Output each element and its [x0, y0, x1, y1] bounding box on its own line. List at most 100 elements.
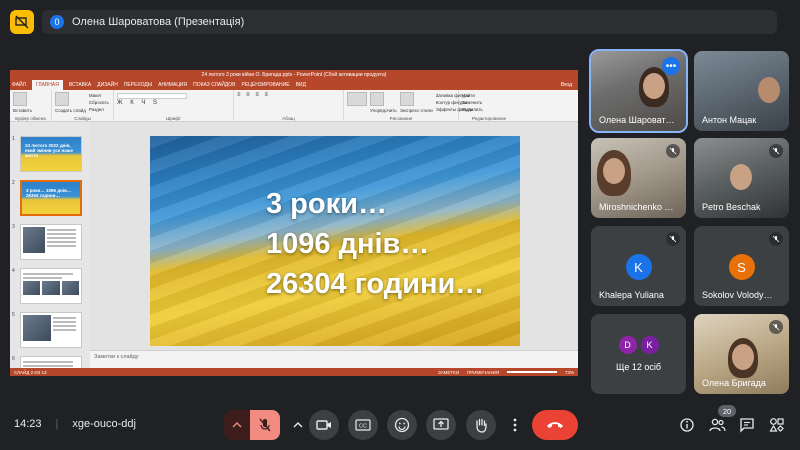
font-name-box[interactable]: [117, 93, 187, 99]
ribbon-group-paragraph: ≡ ≡ ≡ ≡ Абзац: [234, 90, 344, 122]
present-screen-button[interactable]: [426, 410, 456, 440]
tab-view[interactable]: ВИД: [296, 82, 306, 88]
participant-tile[interactable]: S Sokolov Volody…: [694, 226, 789, 306]
meet-window: 0 Олена Шароватова (Презентація) 24 люто…: [0, 0, 800, 450]
avatar: K: [640, 336, 659, 354]
thumbnail-number: 3: [12, 224, 15, 230]
quick-styles-button[interactable]: Экспресс-стили: [400, 107, 433, 114]
thumbnail-slide[interactable]: [20, 268, 82, 304]
participant-tile[interactable]: Антон Мацак: [694, 51, 789, 131]
participant-tile[interactable]: Miroshnichenko …: [591, 138, 686, 218]
notes-pane[interactable]: Заметки к слайду: [90, 350, 578, 368]
tab-insert[interactable]: ВСТАВКА: [69, 82, 91, 88]
quick-styles-icon[interactable]: [399, 92, 414, 106]
thumbnail-slide[interactable]: [20, 356, 82, 368]
phone-hangup-icon: [547, 422, 563, 428]
section-button[interactable]: Раздел: [89, 106, 109, 113]
replace-button[interactable]: Заменить: [462, 99, 516, 106]
zoom-slider[interactable]: [506, 371, 557, 373]
group-label-drawing: Рисование: [389, 116, 413, 121]
captions-icon: CC: [355, 419, 371, 431]
ribbon-group-font: Ж К Ч S Шрифт: [114, 90, 234, 122]
tab-review[interactable]: РЕЦЕНЗИРОВАНИЕ: [241, 82, 289, 88]
presentation-title: Олена Шароватова (Презентація): [72, 16, 245, 28]
new-slide-button[interactable]: Создать слайд: [55, 107, 86, 114]
slide-counter: СЛАЙД 2 ИЗ 13: [14, 369, 47, 375]
other-participants-tile[interactable]: D K Ще 12 осіб: [591, 314, 686, 394]
activities-icon[interactable]: [766, 414, 788, 436]
select-button[interactable]: Выделить: [462, 106, 516, 113]
raise-hand-button[interactable]: [466, 410, 496, 440]
tab-slideshow[interactable]: ПОКАЗ СЛАЙДОВ: [193, 82, 235, 88]
participant-tile[interactable]: K Khalepa Yuliana: [591, 226, 686, 306]
find-button[interactable]: Найти: [462, 92, 516, 99]
arrange-icon[interactable]: [370, 92, 384, 106]
chat-icon[interactable]: [736, 414, 758, 436]
paragraph-align-icons[interactable]: ≡ ≡ ≡ ≡: [237, 92, 340, 98]
participant-name: Олена Бригада: [702, 378, 766, 388]
camera-toggle-button[interactable]: [309, 410, 339, 440]
comments-toggle[interactable]: ПРИМЕЧАНИЯ: [467, 370, 499, 375]
thumbnail-2[interactable]: 2 3 роки… 1096 днів… 26304 години…: [12, 180, 82, 216]
present-icon: [433, 418, 449, 430]
thumbnail-slide[interactable]: [20, 312, 82, 348]
participant-name: Олена Шароват…: [599, 115, 675, 125]
captions-button[interactable]: CC: [348, 410, 378, 440]
slide-text-line-1: 3 роки…: [266, 188, 387, 220]
mic-toggle-button[interactable]: [250, 410, 280, 440]
thumbnail-text: 24 лютого 2022 днів, який змінив усе наш…: [25, 143, 73, 158]
other-avatars: D K: [618, 336, 659, 354]
avatar: D: [618, 336, 637, 354]
people-icon[interactable]: [706, 414, 728, 436]
zoom-level[interactable]: 73%: [565, 370, 574, 375]
participant-tile[interactable]: ••• Олена Шароват…: [589, 49, 688, 133]
camera-icon: [316, 420, 331, 430]
new-slide-icon[interactable]: [55, 92, 69, 106]
sign-in-link[interactable]: Вход: [561, 82, 572, 88]
thumbnail-slide[interactable]: [20, 224, 82, 260]
video-options-chevron-icon[interactable]: [288, 410, 308, 440]
thumbnail-3[interactable]: 3: [12, 224, 82, 260]
participant-name: Miroshnichenko …: [599, 202, 674, 212]
presentation-banner[interactable]: 0 Олена Шароватова (Презентація): [42, 10, 777, 34]
thumbnail-slide-selected[interactable]: 3 роки… 1096 днів… 26304 години…: [20, 180, 82, 216]
mic-off-icon: [259, 418, 271, 432]
paste-button[interactable]: Вставить: [13, 107, 48, 114]
participant-name: Антон Мацак: [702, 115, 757, 125]
arrange-button[interactable]: Упорядочить: [370, 107, 397, 114]
paste-icon[interactable]: [13, 92, 27, 106]
shapes-gallery-icon[interactable]: [347, 92, 367, 106]
reset-button[interactable]: Сбросить: [89, 99, 109, 106]
powerpoint-workspace: 1 24 лютого 2022 днів, який змінив усе н…: [10, 122, 578, 368]
tab-design[interactable]: ДИЗАЙН: [97, 82, 118, 88]
tab-file[interactable]: ФАЙЛ: [12, 82, 26, 88]
thumbnail-5[interactable]: 5: [12, 312, 82, 348]
meeting-details-icon[interactable]: [676, 414, 698, 436]
participant-tile[interactable]: Petro Beschak: [694, 138, 789, 218]
more-options-icon[interactable]: •••: [662, 57, 680, 75]
slide-text-line-3: 26304 години…: [266, 268, 485, 300]
leave-call-button[interactable]: [532, 410, 578, 440]
audio-options-chevron-icon[interactable]: [224, 410, 250, 440]
tab-animation[interactable]: АНИМАЦИЯ: [158, 82, 187, 88]
powerpoint-status-bar: СЛАЙД 2 ИЗ 13 ЗАМЕТКИ ПРИМЕЧАНИЯ 73%: [10, 368, 578, 376]
layout-button[interactable]: Макет: [89, 92, 109, 99]
notes-toggle[interactable]: ЗАМЕТКИ: [438, 370, 459, 375]
reactions-button[interactable]: [387, 410, 417, 440]
thumbnail-slide[interactable]: 24 лютого 2022 днів, який змінив усе наш…: [20, 136, 82, 172]
current-slide[interactable]: 3 роки… 1096 днів… 26304 години…: [150, 136, 520, 346]
participant-tile[interactable]: Олена Бригада: [694, 314, 789, 394]
thumbnail-1[interactable]: 1 24 лютого 2022 днів, який змінив усе н…: [12, 136, 82, 172]
presentation-indicator-icon[interactable]: [10, 10, 34, 34]
group-label-clipboard: Буфер обмена: [15, 116, 46, 121]
thumbnail-number: 6: [12, 356, 15, 362]
thumbnail-6[interactable]: 6: [12, 356, 82, 368]
meeting-code[interactable]: xge-ouco-ddj: [72, 418, 136, 430]
tab-home[interactable]: ГЛАВНАЯ: [31, 80, 63, 90]
clock: 14:23: [14, 418, 42, 430]
tab-transitions[interactable]: ПЕРЕХОДЫ: [124, 82, 152, 88]
thumbnail-4[interactable]: 4: [12, 268, 82, 304]
font-format-icons[interactable]: Ж К Ч S: [117, 100, 230, 106]
ribbon-group-editing: Найти Заменить Выделить Редактирование: [459, 90, 519, 122]
more-options-icon[interactable]: [505, 410, 525, 440]
